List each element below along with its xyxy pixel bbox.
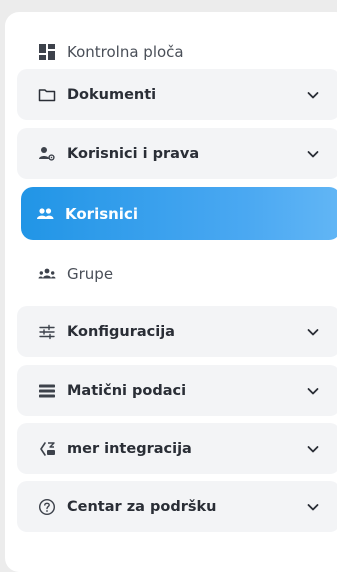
- list-icon: [38, 382, 56, 400]
- chevron-down-icon[interactable]: [306, 147, 320, 161]
- help-icon: [38, 498, 56, 516]
- sidebar-item-support[interactable]: Centar za podršku: [17, 481, 337, 532]
- integration-icon: [38, 440, 56, 458]
- sidebar-item-groups[interactable]: Grupe: [17, 248, 337, 299]
- sidebar-item-label: Grupe: [67, 264, 114, 283]
- sidebar-item-label: Kontrolna ploča: [67, 42, 184, 61]
- sidebar-item-users[interactable]: Korisnici: [21, 187, 337, 240]
- chevron-down-icon[interactable]: [306, 500, 320, 514]
- groups-icon: [38, 265, 56, 283]
- users-icon: [36, 205, 54, 223]
- sidebar-item-configuration[interactable]: Konfiguracija: [17, 306, 337, 357]
- chevron-down-icon[interactable]: [306, 88, 320, 102]
- chevron-down-icon[interactable]: [306, 384, 320, 398]
- chevron-down-icon[interactable]: [306, 442, 320, 456]
- sidebar-item-label: Dokumenti: [67, 86, 157, 103]
- sidebar-item-users-rights[interactable]: Korisnici i prava: [17, 128, 337, 179]
- sidebar-item-label: Matični podaci: [67, 382, 187, 399]
- sidebar-item-label: mer integracija: [67, 440, 192, 457]
- sidebar-item-label: Korisnici i prava: [67, 145, 200, 162]
- chevron-down-icon[interactable]: [306, 325, 320, 339]
- folder-icon: [38, 86, 56, 104]
- sidebar-item-label: Konfiguracija: [67, 323, 175, 340]
- sidebar-item-documents[interactable]: Dokumenti: [17, 69, 337, 120]
- sliders-icon: [38, 323, 56, 341]
- sidebar-item-mer-integration[interactable]: mer integracija: [17, 423, 337, 474]
- sidebar-item-label: Centar za podršku: [67, 498, 217, 515]
- sidebar-panel: Kontrolna ploča Dokumenti Korisnici i pr…: [5, 12, 337, 572]
- dashboard-icon: [38, 43, 56, 61]
- sidebar-item-label: Korisnici: [65, 204, 138, 223]
- user-settings-icon: [38, 145, 56, 163]
- sidebar-item-master-data[interactable]: Matični podaci: [17, 365, 337, 416]
